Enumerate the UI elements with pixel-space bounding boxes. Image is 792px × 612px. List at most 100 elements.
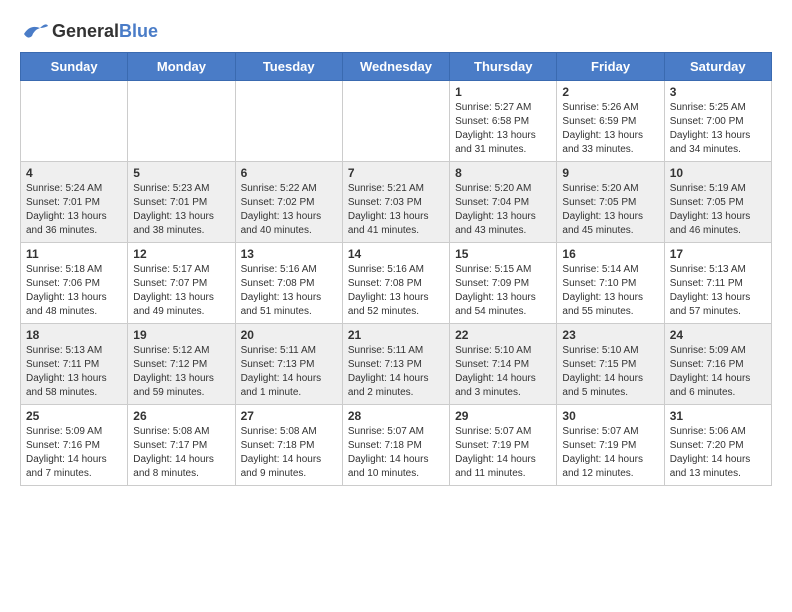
day-number: 11 [26, 247, 122, 261]
calendar-cell: 8 Sunrise: 5:20 AM Sunset: 7:04 PM Daylig… [450, 162, 557, 243]
calendar-cell: 17Sunrise: 5:13 AM Sunset: 7:11 PM Dayli… [664, 243, 771, 324]
day-info: Sunrise: 5:07 AM Sunset: 7:18 PM Dayligh… [348, 425, 444, 481]
day-number: 30 [562, 409, 658, 423]
calendar-cell: 6 Sunrise: 5:22 AM Sunset: 7:02 PM Daylig… [235, 162, 342, 243]
calendar-cell: 1 Sunrise: 5:27 AM Sunset: 6:58 PM Daylig… [450, 81, 557, 162]
day-number: 16 [562, 247, 658, 261]
day-info: Sunrise: 5:07 AM Sunset: 7:19 PM Dayligh… [562, 425, 658, 481]
dow-header-saturday: Saturday [664, 53, 771, 81]
day-number: 5 [133, 166, 229, 180]
day-info: Sunrise: 5:16 AM Sunset: 7:08 PM Dayligh… [348, 263, 444, 319]
dow-header-tuesday: Tuesday [235, 53, 342, 81]
calendar-cell: 10 Sunrise: 5:19 AM Sunset: 7:05 PM Dayli… [664, 162, 771, 243]
day-info: Sunrise: 5:12 AM Sunset: 7:12 PM Dayligh… [133, 344, 229, 400]
calendar-cell: 31 Sunrise: 5:06 AM Sunset: 7:20 PM Dayli… [664, 405, 771, 486]
day-info: Sunrise: 5:08 AM Sunset: 7:17 PM Dayligh… [133, 425, 229, 481]
logo-general: General [52, 21, 119, 41]
day-number: 3 [670, 85, 766, 99]
calendar-cell: 27Sunrise: 5:08 AM Sunset: 7:18 PM Dayli… [235, 405, 342, 486]
calendar-cell: 5 Sunrise: 5:23 AM Sunset: 7:01 PM Daylig… [128, 162, 235, 243]
calendar-cell: 25 Sunrise: 5:09 AM Sunset: 7:16 PM Dayli… [21, 405, 128, 486]
calendar-cell [342, 81, 449, 162]
calendar-week-2: 4 Sunrise: 5:24 AM Sunset: 7:01 PM Daylig… [21, 162, 772, 243]
day-number: 27 [241, 409, 337, 423]
day-number: 23 [562, 328, 658, 342]
day-info: Sunrise: 5:10 AM Sunset: 7:15 PM Dayligh… [562, 344, 658, 400]
day-info: Sunrise: 5:27 AM Sunset: 6:58 PM Dayligh… [455, 101, 551, 157]
day-number: 21 [348, 328, 444, 342]
day-number: 13 [241, 247, 337, 261]
day-number: 8 [455, 166, 551, 180]
day-info: Sunrise: 5:19 AM Sunset: 7:05 PM Dayligh… [670, 182, 766, 238]
calendar-cell: 7 Sunrise: 5:21 AM Sunset: 7:03 PM Daylig… [342, 162, 449, 243]
day-info: Sunrise: 5:20 AM Sunset: 7:05 PM Dayligh… [562, 182, 658, 238]
day-info: Sunrise: 5:21 AM Sunset: 7:03 PM Dayligh… [348, 182, 444, 238]
calendar-cell: 19Sunrise: 5:12 AM Sunset: 7:12 PM Dayli… [128, 324, 235, 405]
day-info: Sunrise: 5:10 AM Sunset: 7:14 PM Dayligh… [455, 344, 551, 400]
calendar-cell: 26 Sunrise: 5:08 AM Sunset: 7:17 PM Dayli… [128, 405, 235, 486]
day-info: Sunrise: 5:22 AM Sunset: 7:02 PM Dayligh… [241, 182, 337, 238]
day-number: 20 [241, 328, 337, 342]
calendar-cell: 23 Sunrise: 5:10 AM Sunset: 7:15 PM Dayli… [557, 324, 664, 405]
calendar-cell: 13 Sunrise: 5:16 AM Sunset: 7:08 PM Dayli… [235, 243, 342, 324]
calendar-cell [21, 81, 128, 162]
day-number: 26 [133, 409, 229, 423]
calendar-week-1: 1 Sunrise: 5:27 AM Sunset: 6:58 PM Daylig… [21, 81, 772, 162]
day-info: Sunrise: 5:26 AM Sunset: 6:59 PM Dayligh… [562, 101, 658, 157]
logo-blue: Blue [119, 21, 158, 41]
calendar-cell: 15 Sunrise: 5:15 AM Sunset: 7:09 PM Dayli… [450, 243, 557, 324]
dow-header-friday: Friday [557, 53, 664, 81]
dow-header-sunday: Sunday [21, 53, 128, 81]
day-info: Sunrise: 5:06 AM Sunset: 7:20 PM Dayligh… [670, 425, 766, 481]
calendar-cell: 28 Sunrise: 5:07 AM Sunset: 7:18 PM Dayli… [342, 405, 449, 486]
day-info: Sunrise: 5:20 AM Sunset: 7:04 PM Dayligh… [455, 182, 551, 238]
day-number: 10 [670, 166, 766, 180]
day-info: Sunrise: 5:16 AM Sunset: 7:08 PM Dayligh… [241, 263, 337, 319]
day-info: Sunrise: 5:18 AM Sunset: 7:06 PM Dayligh… [26, 263, 122, 319]
day-number: 9 [562, 166, 658, 180]
calendar-cell [128, 81, 235, 162]
calendar-cell: 20 Sunrise: 5:11 AM Sunset: 7:13 PM Dayli… [235, 324, 342, 405]
day-number: 4 [26, 166, 122, 180]
calendar-cell [235, 81, 342, 162]
day-of-week-row: SundayMondayTuesdayWednesdayThursdayFrid… [21, 53, 772, 81]
calendar-cell: 2Sunrise: 5:26 AM Sunset: 6:59 PM Daylig… [557, 81, 664, 162]
calendar-cell: 22Sunrise: 5:10 AM Sunset: 7:14 PM Dayli… [450, 324, 557, 405]
day-number: 12 [133, 247, 229, 261]
day-number: 7 [348, 166, 444, 180]
day-info: Sunrise: 5:09 AM Sunset: 7:16 PM Dayligh… [26, 425, 122, 481]
day-number: 14 [348, 247, 444, 261]
calendar-cell: 24Sunrise: 5:09 AM Sunset: 7:16 PM Dayli… [664, 324, 771, 405]
day-number: 25 [26, 409, 122, 423]
day-info: Sunrise: 5:09 AM Sunset: 7:16 PM Dayligh… [670, 344, 766, 400]
day-number: 31 [670, 409, 766, 423]
calendar-cell: 29 Sunrise: 5:07 AM Sunset: 7:19 PM Dayli… [450, 405, 557, 486]
page-header: GeneralBlue [20, 20, 772, 42]
day-number: 17 [670, 247, 766, 261]
dow-header-wednesday: Wednesday [342, 53, 449, 81]
calendar-week-5: 25 Sunrise: 5:09 AM Sunset: 7:16 PM Dayli… [21, 405, 772, 486]
calendar-cell: 30 Sunrise: 5:07 AM Sunset: 7:19 PM Dayli… [557, 405, 664, 486]
day-info: Sunrise: 5:24 AM Sunset: 7:01 PM Dayligh… [26, 182, 122, 238]
day-info: Sunrise: 5:23 AM Sunset: 7:01 PM Dayligh… [133, 182, 229, 238]
day-info: Sunrise: 5:13 AM Sunset: 7:11 PM Dayligh… [26, 344, 122, 400]
day-number: 18 [26, 328, 122, 342]
calendar-cell: 11 Sunrise: 5:18 AM Sunset: 7:06 PM Dayli… [21, 243, 128, 324]
day-number: 6 [241, 166, 337, 180]
calendar-cell: 21 Sunrise: 5:11 AM Sunset: 7:13 PM Dayli… [342, 324, 449, 405]
day-info: Sunrise: 5:14 AM Sunset: 7:10 PM Dayligh… [562, 263, 658, 319]
day-info: Sunrise: 5:11 AM Sunset: 7:13 PM Dayligh… [241, 344, 337, 400]
day-info: Sunrise: 5:15 AM Sunset: 7:09 PM Dayligh… [455, 263, 551, 319]
dow-header-thursday: Thursday [450, 53, 557, 81]
calendar-cell: 3Sunrise: 5:25 AM Sunset: 7:00 PM Daylig… [664, 81, 771, 162]
calendar-cell: 18 Sunrise: 5:13 AM Sunset: 7:11 PM Dayli… [21, 324, 128, 405]
day-info: Sunrise: 5:11 AM Sunset: 7:13 PM Dayligh… [348, 344, 444, 400]
day-number: 1 [455, 85, 551, 99]
calendar-cell: 4 Sunrise: 5:24 AM Sunset: 7:01 PM Daylig… [21, 162, 128, 243]
day-number: 28 [348, 409, 444, 423]
dow-header-monday: Monday [128, 53, 235, 81]
day-number: 15 [455, 247, 551, 261]
day-number: 29 [455, 409, 551, 423]
day-info: Sunrise: 5:07 AM Sunset: 7:19 PM Dayligh… [455, 425, 551, 481]
day-info: Sunrise: 5:17 AM Sunset: 7:07 PM Dayligh… [133, 263, 229, 319]
